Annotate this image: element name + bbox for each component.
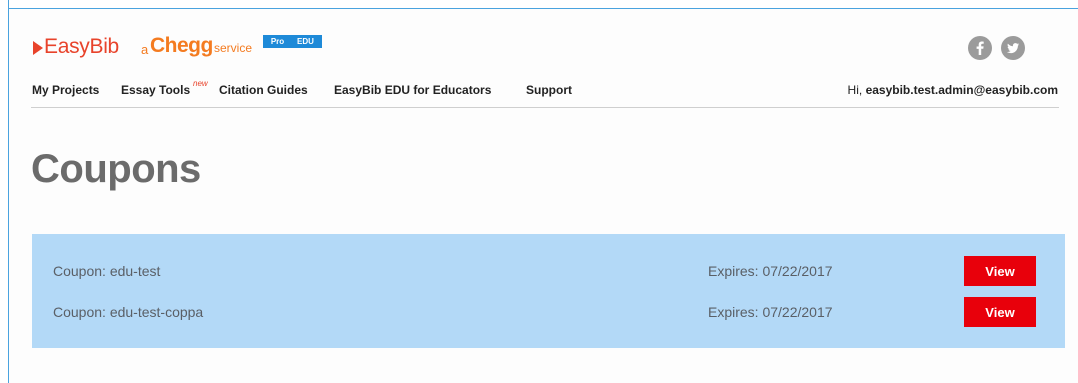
- coupon-expiry: Expires: 07/22/2017: [708, 304, 833, 320]
- view-coupon-button[interactable]: View: [964, 297, 1036, 327]
- logo-chegg-text: Chegg: [150, 34, 213, 57]
- pro-badge: Pro: [263, 35, 292, 48]
- nav-easybib-edu[interactable]: EasyBib EDU for Educators: [334, 83, 491, 97]
- view-coupon-button[interactable]: View: [964, 256, 1036, 286]
- greeting-prefix: Hi,: [847, 83, 863, 97]
- header-divider: [31, 107, 1059, 108]
- user-account-link[interactable]: easybib.test.admin@easybib.com: [866, 83, 1058, 97]
- user-greeting: Hi, easybib.test.admin@easybib.com: [848, 83, 1058, 97]
- coupon-name: Coupon: edu-test-coppa: [53, 304, 204, 320]
- nav-new-tag: new: [193, 79, 208, 88]
- nav-support[interactable]: Support: [526, 83, 572, 97]
- twitter-icon[interactable]: [1001, 36, 1025, 60]
- coupon-row: Coupon: edu-test-coppa Expires: 07/22/20…: [32, 297, 1065, 327]
- coupon-name: Coupon: edu-test: [53, 263, 161, 279]
- facebook-icon[interactable]: [968, 36, 992, 60]
- coupons-panel: Coupon: edu-test Expires: 07/22/2017 Vie…: [32, 234, 1065, 348]
- coupon-row: Coupon: edu-test Expires: 07/22/2017 Vie…: [32, 256, 1065, 286]
- coupon-expiry: Expires: 07/22/2017: [708, 263, 833, 279]
- logo-a-text: a: [141, 42, 149, 57]
- edu-badge: EDU: [289, 35, 322, 48]
- logo-service-text: service: [214, 41, 253, 55]
- nav-citation-guides[interactable]: Citation Guides: [219, 83, 308, 97]
- nav-essay-tools[interactable]: Essay Tools: [121, 83, 190, 97]
- page: EasyBib a Chegg service Pro EDU My Proje…: [9, 9, 1078, 383]
- page-title: Coupons: [31, 147, 201, 191]
- nav-my-projects[interactable]: My Projects: [32, 83, 99, 97]
- easybib-logo-mark-icon: [33, 41, 43, 55]
- logo-easybib-text: EasyBib: [44, 35, 119, 58]
